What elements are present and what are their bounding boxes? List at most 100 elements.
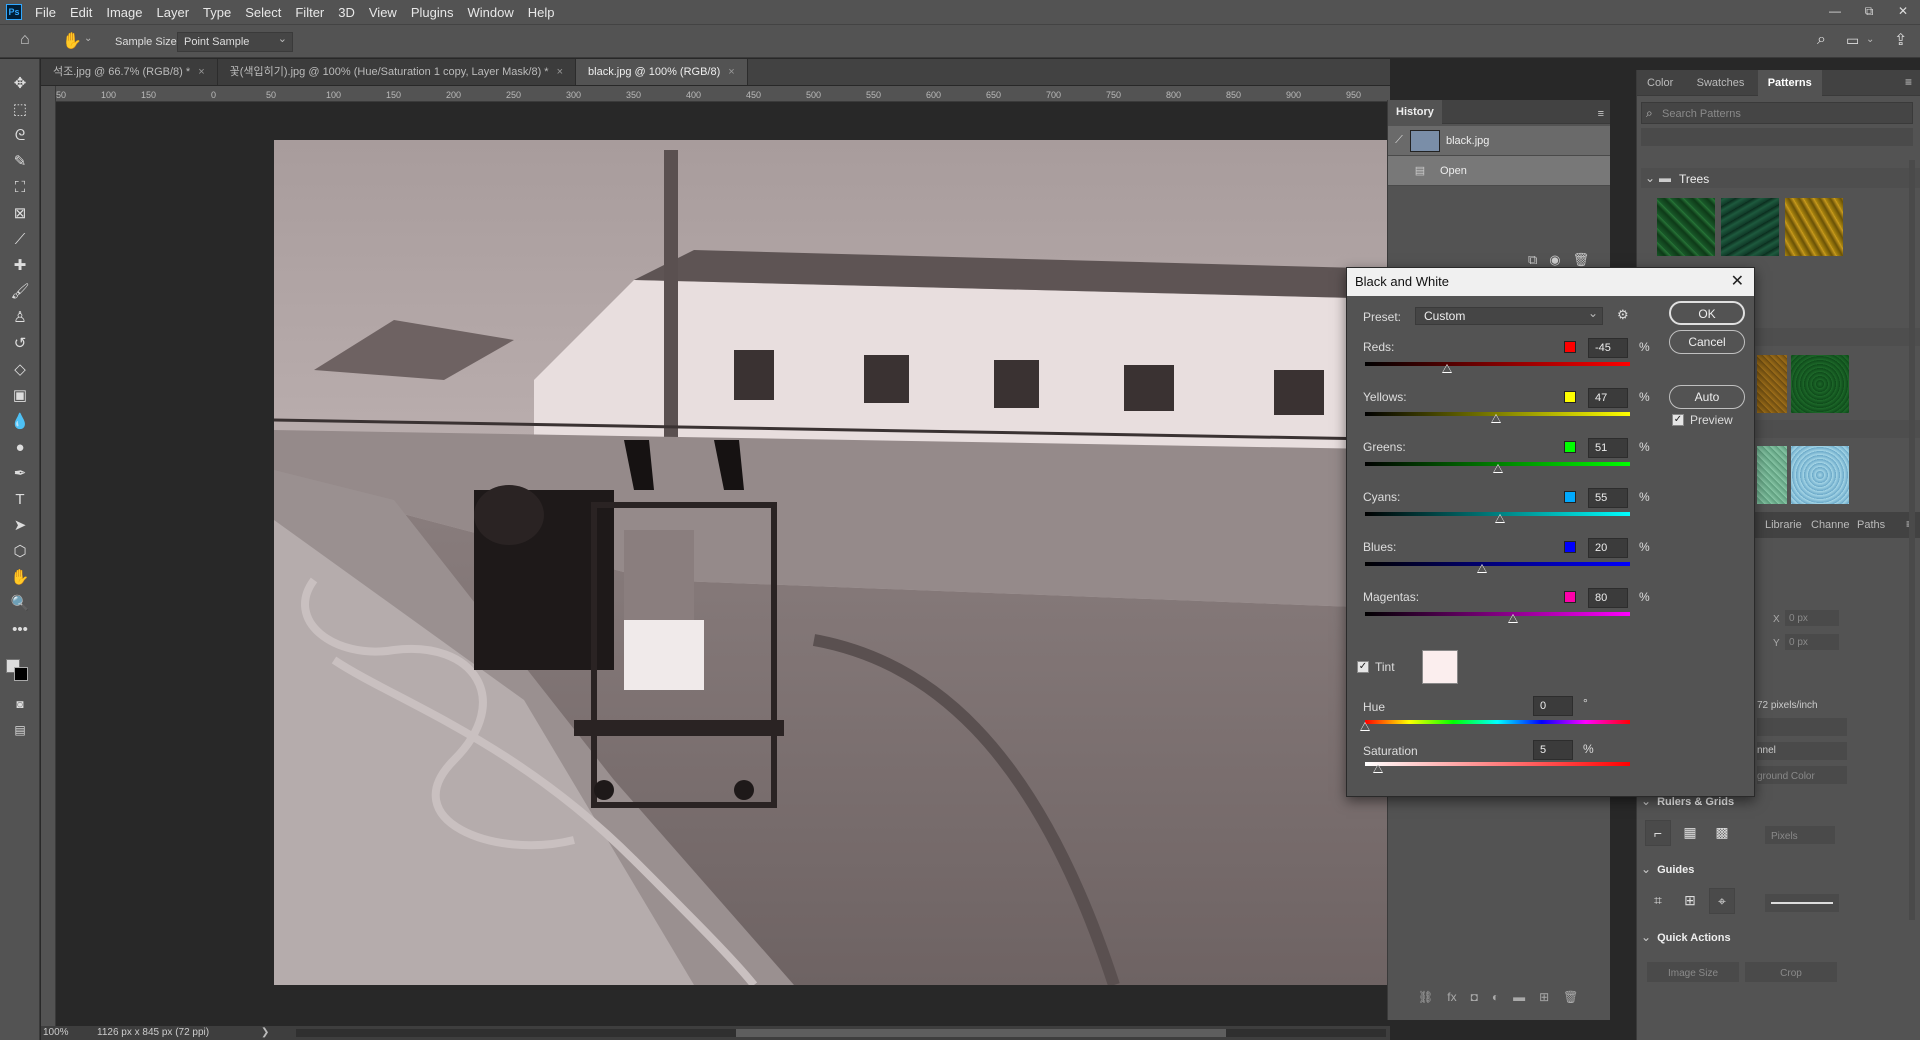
pattern-swatch[interactable] bbox=[1757, 355, 1787, 413]
channel-value-input[interactable]: 51 bbox=[1588, 438, 1628, 458]
zoom-level[interactable]: 100% bbox=[43, 1027, 69, 1038]
pixel-grid-icon[interactable]: ▩ bbox=[1709, 820, 1735, 846]
auto-button[interactable]: Auto bbox=[1669, 385, 1745, 409]
panel-menu-icon[interactable]: ≡ bbox=[1905, 75, 1912, 89]
channel-select[interactable]: nnel bbox=[1757, 742, 1847, 760]
doc-tab[interactable]: 꽃(색입히기).jpg @ 100% (Hue/Saturation 1 cop… bbox=[217, 59, 577, 85]
channel-value-input[interactable]: 80 bbox=[1588, 588, 1628, 608]
bg-color-select[interactable]: ground Color bbox=[1757, 766, 1847, 784]
guides-header[interactable]: ⌄ Guides bbox=[1641, 862, 1920, 880]
pattern-preview-slider[interactable] bbox=[1641, 128, 1913, 146]
channel-slider-thumb[interactable] bbox=[1490, 414, 1501, 423]
minimize-button[interactable]: — bbox=[1818, 0, 1852, 24]
guides-icon[interactable]: ⌗ bbox=[1645, 888, 1671, 914]
menu-layer[interactable]: Layer bbox=[150, 5, 197, 20]
quick-mask-icon[interactable]: ◙ bbox=[8, 693, 32, 715]
close-icon[interactable]: × bbox=[198, 66, 204, 78]
brush-tool-icon[interactable]: 🖌 bbox=[8, 281, 32, 303]
lasso-tool-icon[interactable]: ᘓ bbox=[8, 125, 32, 147]
menu-select[interactable]: Select bbox=[238, 5, 288, 20]
home-icon[interactable]: ⌂ bbox=[20, 31, 30, 49]
new-guide-icon[interactable]: ⊞ bbox=[1677, 888, 1703, 914]
channel-slider-thumb[interactable] bbox=[1442, 364, 1453, 373]
canvas-area[interactable] bbox=[56, 102, 1390, 1026]
vertical-scrollbar[interactable] bbox=[1909, 160, 1915, 920]
tab-swatches[interactable]: Swatches bbox=[1687, 70, 1755, 96]
close-icon[interactable]: × bbox=[557, 66, 563, 78]
tab-patterns[interactable]: Patterns bbox=[1757, 70, 1822, 96]
close-window-button[interactable]: ✕ bbox=[1886, 0, 1920, 24]
guide-style-select[interactable] bbox=[1765, 894, 1839, 912]
tab-color[interactable]: Color bbox=[1637, 70, 1683, 96]
preset-gear-icon[interactable]: ⚙ bbox=[1617, 307, 1629, 323]
menu-edit[interactable]: Edit bbox=[63, 5, 99, 20]
pen-tool-icon[interactable]: ✒ bbox=[8, 463, 32, 485]
pattern-group-header[interactable]: ⌄ ▬ Trees bbox=[1641, 168, 1920, 188]
dialog-titlebar[interactable]: Black and White ✕ bbox=[1347, 268, 1754, 296]
fx-icon[interactable]: fx bbox=[1447, 990, 1456, 1004]
mode-select[interactable] bbox=[1757, 718, 1847, 736]
camera-snapshot-icon[interactable]: ◉ bbox=[1549, 252, 1560, 268]
y-field[interactable]: 0 px bbox=[1785, 634, 1839, 650]
quick-select-tool-icon[interactable]: ✎ bbox=[8, 151, 32, 173]
channel-slider-thumb[interactable] bbox=[1508, 614, 1519, 623]
folder-icon[interactable]: ▬ bbox=[1513, 990, 1525, 1004]
workspace-icon[interactable]: ▭ bbox=[1846, 32, 1859, 49]
stamp-tool-icon[interactable]: ♙ bbox=[8, 307, 32, 329]
tab-paths[interactable]: Paths bbox=[1847, 512, 1895, 538]
background-color-swatch[interactable] bbox=[14, 667, 28, 681]
ok-button[interactable]: OK bbox=[1669, 301, 1745, 325]
menu-plugins[interactable]: Plugins bbox=[404, 5, 461, 20]
history-brush-icon[interactable]: ↺ bbox=[8, 333, 32, 355]
hue-input[interactable]: 0 bbox=[1533, 696, 1573, 716]
channel-value-input[interactable]: 47 bbox=[1588, 388, 1628, 408]
marquee-tool-icon[interactable]: ⬚ bbox=[8, 99, 32, 121]
cancel-button[interactable]: Cancel bbox=[1669, 330, 1745, 354]
menu-window[interactable]: Window bbox=[460, 5, 520, 20]
history-snapshot[interactable]: ⟋ black.jpg bbox=[1388, 126, 1610, 156]
status-menu-arrow-icon[interactable]: ❯ bbox=[261, 1027, 269, 1038]
history-tab[interactable]: History bbox=[1388, 100, 1442, 124]
type-tool-icon[interactable]: T bbox=[8, 489, 32, 511]
channel-slider-track[interactable] bbox=[1365, 562, 1630, 566]
tint-color-swatch[interactable] bbox=[1422, 650, 1458, 684]
document-image[interactable] bbox=[274, 140, 1390, 985]
channel-value-input[interactable]: 20 bbox=[1588, 538, 1628, 558]
horizontal-scrollbar[interactable] bbox=[296, 1029, 1386, 1037]
channel-slider-thumb[interactable] bbox=[1495, 514, 1506, 523]
link-layers-icon[interactable]: ⛓ bbox=[1418, 990, 1433, 1004]
trash-icon[interactable]: 🗑 bbox=[1573, 252, 1590, 268]
chevron-down-icon[interactable]: ⌄ bbox=[84, 33, 92, 44]
saturation-slider-thumb[interactable] bbox=[1373, 764, 1384, 773]
path-select-icon[interactable]: ➤ bbox=[8, 515, 32, 537]
workspace-chevron-icon[interactable]: ⌄ bbox=[1866, 34, 1874, 45]
channel-slider-track[interactable] bbox=[1365, 362, 1630, 366]
hue-slider-thumb[interactable] bbox=[1360, 722, 1370, 731]
shape-tool-icon[interactable]: ⬡ bbox=[8, 541, 32, 563]
dodge-tool-icon[interactable]: ● bbox=[8, 437, 32, 459]
channel-slider-thumb[interactable] bbox=[1493, 464, 1504, 473]
channel-slider-track[interactable] bbox=[1365, 612, 1630, 616]
saturation-slider-track[interactable] bbox=[1365, 762, 1630, 766]
crop-button[interactable]: Crop bbox=[1745, 962, 1837, 982]
pattern-swatch[interactable] bbox=[1657, 198, 1715, 256]
pattern-swatch[interactable] bbox=[1721, 198, 1779, 256]
pattern-swatch[interactable] bbox=[1791, 355, 1849, 413]
channel-slider-thumb[interactable] bbox=[1476, 564, 1487, 573]
screen-mode-icon[interactable]: ▤ bbox=[8, 719, 32, 741]
history-brush-source-icon[interactable]: ⟋ bbox=[1388, 134, 1410, 147]
saturation-input[interactable]: 5 bbox=[1533, 740, 1573, 760]
new-layer-icon[interactable]: ⊞ bbox=[1539, 990, 1549, 1004]
sample-size-select[interactable]: Point Sample bbox=[177, 30, 293, 52]
search-patterns-field[interactable]: ⌕ Search Patterns bbox=[1641, 102, 1913, 124]
grid-icon[interactable]: ▦ bbox=[1677, 820, 1703, 846]
preview-checkbox[interactable]: ✓ bbox=[1672, 414, 1684, 426]
move-tool-icon[interactable]: ✥ bbox=[8, 73, 32, 95]
channel-value-input[interactable]: 55 bbox=[1588, 488, 1628, 508]
menu-image[interactable]: Image bbox=[99, 5, 149, 20]
pattern-swatch[interactable] bbox=[1791, 446, 1849, 504]
mask-icon[interactable]: ◘ bbox=[1471, 990, 1478, 1004]
gradient-tool-icon[interactable]: ▣ bbox=[8, 385, 32, 407]
menu-view[interactable]: View bbox=[362, 5, 404, 20]
history-state[interactable]: ▤ Open bbox=[1388, 156, 1610, 186]
